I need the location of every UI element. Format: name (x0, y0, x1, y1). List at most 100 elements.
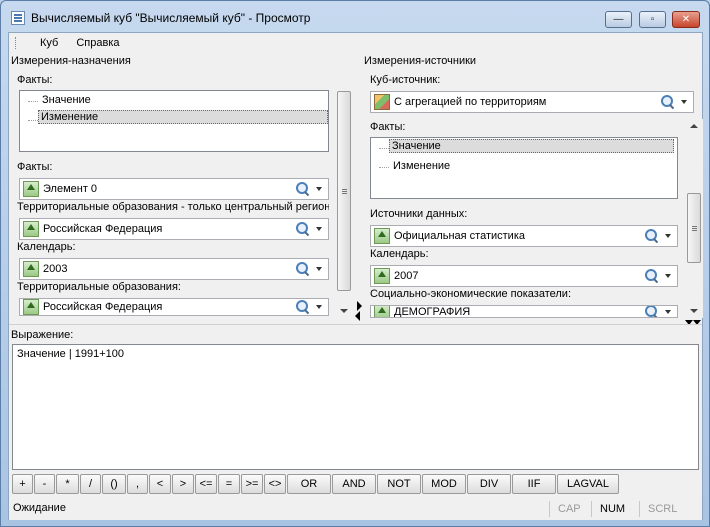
menu-bar: Куб Справка (9, 33, 702, 53)
operator-mod-button[interactable]: MOD (422, 474, 466, 494)
operator-lagval-button[interactable]: LAGVAL (557, 474, 619, 494)
search-icon[interactable] (296, 262, 310, 276)
search-icon[interactable] (296, 182, 310, 196)
left-dim-combo-territory-central[interactable]: Российская Федерация (19, 218, 329, 240)
search-icon[interactable] (296, 300, 310, 314)
expression-editor[interactable]: Значение | 1991+100 (12, 344, 699, 470)
operator-not-equal-button[interactable]: <> (264, 474, 286, 494)
operator-or-button[interactable]: OR (287, 474, 331, 494)
dimension-icon (23, 181, 39, 197)
right-dim-label-calendar: Календарь: (370, 248, 429, 260)
operator-parentheses-button[interactable]: () (102, 474, 126, 494)
chevron-down-icon[interactable] (665, 274, 671, 278)
status-indicator-num: NUM (591, 501, 633, 517)
right-dim-combo-calendar[interactable]: 2007 (370, 265, 678, 287)
status-text: Ожидание (13, 502, 66, 514)
operator-less-button[interactable]: < (149, 474, 171, 494)
operator-iif-button[interactable]: IIF (512, 474, 556, 494)
minimize-button[interactable]: — (605, 11, 632, 28)
menu-grip (15, 37, 18, 49)
right-cube-value: С агрегацией по территориям (394, 96, 547, 108)
right-dim-value-calendar: 2007 (394, 270, 419, 282)
operator-and-button[interactable]: AND (332, 474, 376, 494)
splitter-right-arrow-icon[interactable] (357, 301, 362, 311)
right-fact-item-value[interactable]: Значение (389, 139, 674, 153)
left-dim-label-territory: Территориальные образования: (17, 281, 181, 293)
dimension-icon (374, 228, 390, 244)
menu-cube[interactable]: Куб (31, 37, 67, 49)
operator-greater-equal-button[interactable]: >= (241, 474, 263, 494)
right-dim-combo-sources[interactable]: Официальная статистика (370, 225, 678, 247)
right-dim-value-socioeconomic: ДЕМОГРАФИЯ (394, 305, 471, 318)
maximize-button[interactable]: ▫ (639, 11, 666, 28)
left-facts-list[interactable]: Значение Изменение (19, 90, 329, 152)
scroll-down-icon[interactable] (340, 309, 348, 313)
search-icon[interactable] (645, 229, 659, 243)
operator-plus-button[interactable]: + (12, 474, 33, 494)
left-dim-combo-territory[interactable]: Российская Федерация (19, 298, 329, 316)
tree-connector (28, 101, 38, 102)
chevron-down-icon[interactable] (316, 187, 322, 191)
right-dim-value-sources: Официальная статистика (394, 230, 525, 242)
operator-divide-button[interactable]: / (80, 474, 101, 494)
client-area: Куб Справка Измерения-назначения Факты: … (8, 32, 703, 520)
menu-help[interactable]: Справка (67, 37, 128, 49)
left-dim-label-facts: Факты: (17, 161, 53, 173)
left-dim-label-calendar: Календарь: (17, 241, 76, 253)
splitter-left-arrow-icon[interactable] (355, 311, 360, 321)
operator-comma-button[interactable]: , (127, 474, 148, 494)
right-facts-list[interactable]: Значение Изменение (370, 137, 678, 199)
left-dim-label-territory-central: Территориальные образования - только цен… (17, 201, 329, 213)
chevron-down-icon[interactable] (316, 267, 322, 271)
left-dim-combo-calendar[interactable]: 2003 (19, 258, 329, 280)
operator-equal-button[interactable]: = (218, 474, 240, 494)
chevron-down-icon[interactable] (665, 234, 671, 238)
right-fact-item-change[interactable]: Изменение (391, 160, 452, 172)
search-icon[interactable] (645, 306, 659, 317)
chevron-down-icon[interactable] (316, 227, 322, 231)
tree-connector (379, 148, 389, 149)
dimension-icon (374, 306, 390, 317)
right-cube-combo[interactable]: С агрегацией по территориям (370, 91, 694, 113)
left-fact-item-value[interactable]: Значение (40, 94, 93, 106)
status-indicator-cap: CAP (549, 501, 589, 517)
scroll-thumb[interactable] (687, 193, 701, 263)
right-scrollbar[interactable] (686, 119, 703, 318)
scroll-up-icon[interactable] (690, 124, 698, 128)
main-window: Вычисляемый куб "Вычисляемый куб" - Прос… (0, 0, 710, 527)
chevron-down-icon[interactable] (665, 309, 671, 314)
search-icon[interactable] (296, 222, 310, 236)
tree-connector (28, 120, 38, 121)
right-cube-label: Куб-источник: (370, 74, 441, 86)
left-dim-combo-facts[interactable]: Элемент 0 (19, 178, 329, 200)
search-icon[interactable] (661, 95, 675, 109)
scroll-down-icon[interactable] (690, 309, 698, 313)
operator-greater-button[interactable]: > (172, 474, 194, 494)
left-fact-item-change[interactable]: Изменение (38, 110, 328, 124)
status-bar: Ожидание CAP NUM SCRL (9, 498, 702, 520)
title-bar[interactable]: Вычисляемый куб "Вычисляемый куб" - Прос… (1, 1, 709, 33)
scroll-thumb[interactable] (337, 91, 351, 291)
right-dim-combo-socioeconomic[interactable]: ДЕМОГРАФИЯ (370, 305, 678, 318)
chevron-down-icon[interactable] (681, 100, 687, 104)
operator-div-button[interactable]: DIV (467, 474, 511, 494)
left-scrollbar[interactable] (336, 88, 353, 318)
right-dim-label-socioeconomic: Социально-экономические показатели: (370, 288, 572, 300)
chevron-down-icon[interactable] (316, 305, 322, 309)
operator-minus-button[interactable]: - (34, 474, 55, 494)
search-icon[interactable] (645, 269, 659, 283)
expression-label: Выражение: (11, 329, 74, 341)
operator-less-equal-button[interactable]: <= (195, 474, 217, 494)
left-facts-list-label: Факты: (17, 74, 53, 86)
cube-icon (374, 94, 390, 110)
dimension-icon (23, 221, 39, 237)
horizontal-splitter[interactable] (9, 324, 702, 330)
tree-connector (379, 167, 389, 168)
left-section-title: Измерения-назначения (11, 55, 131, 67)
left-dim-value-facts: Элемент 0 (43, 183, 98, 195)
window-title: Вычисляемый куб "Вычисляемый куб" - Прос… (31, 11, 311, 25)
right-facts-list-label: Факты: (370, 121, 406, 133)
operator-multiply-button[interactable]: * (56, 474, 79, 494)
close-button[interactable]: ✕ (672, 11, 700, 28)
operator-not-button[interactable]: NOT (377, 474, 421, 494)
